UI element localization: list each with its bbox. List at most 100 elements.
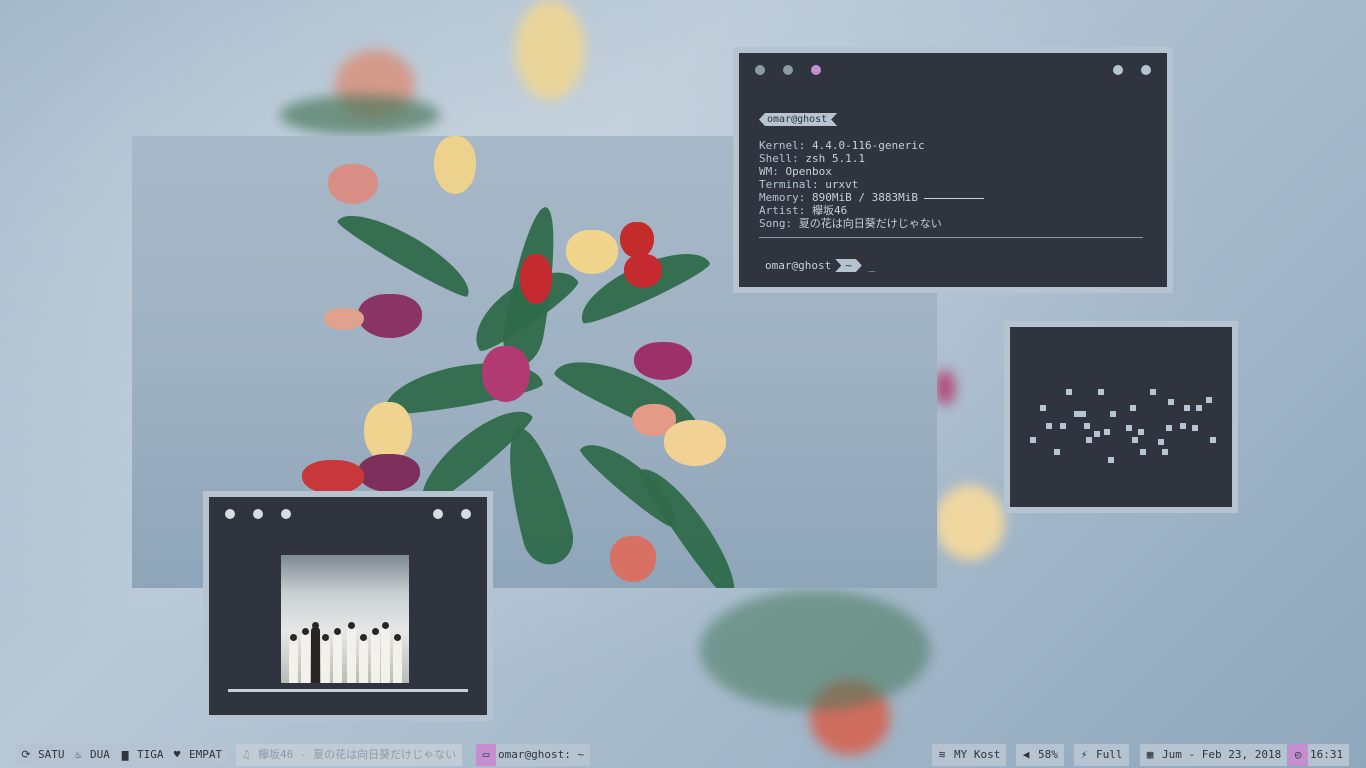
- visualizer-window[interactable]: [1004, 321, 1238, 513]
- album-figure-head: [302, 628, 309, 635]
- album-figure-head: [290, 634, 297, 641]
- volume-status[interactable]: ◀ 58%: [1016, 744, 1064, 766]
- visualizer-pixel: [1098, 389, 1104, 395]
- album-figure: [359, 639, 368, 683]
- album-figure-head: [372, 628, 379, 635]
- visualizer-pixel: [1168, 399, 1174, 405]
- album-figure-head: [360, 634, 367, 641]
- visualizer-pixel: [1162, 449, 1168, 455]
- visualizer-pixel: [1130, 405, 1136, 411]
- visualizer-pixel: [1158, 439, 1164, 445]
- album-figure-head: [334, 628, 341, 635]
- kernel-line: Kernel: 4.4.0-116-generic: [759, 139, 925, 152]
- visualizer-pixel: [1030, 437, 1036, 443]
- album-figure-head: [322, 634, 329, 641]
- visualizer-pixel: [1150, 389, 1156, 395]
- window-dot-4[interactable]: [1113, 65, 1123, 75]
- heart-icon: ♥: [173, 748, 181, 761]
- song-line: Song: 夏の花は向日葵だけじゃない: [759, 217, 942, 230]
- date-display[interactable]: ▦ Jum - Feb 23, 2018: [1140, 744, 1288, 766]
- window-dot-2[interactable]: [783, 65, 793, 75]
- visualizer-pixel: [1110, 411, 1116, 417]
- window-dot-1[interactable]: [225, 509, 235, 519]
- workspace-tiga[interactable]: ▆ TIGA: [115, 744, 170, 766]
- visualizer-pixel: [1060, 423, 1066, 429]
- visualizer-pixel: [1196, 405, 1202, 411]
- album-figure-head: [394, 634, 401, 641]
- wifi-status[interactable]: ≋ MY Kost: [932, 744, 1007, 766]
- visualizer-pixel: [1104, 429, 1110, 435]
- visualizer-pixel: [1210, 437, 1216, 443]
- wm-line: WM: Openbox: [759, 165, 832, 178]
- visualizer-pixel: [1132, 437, 1138, 443]
- visualizer-pixel: [1054, 449, 1060, 455]
- album-figure: [321, 639, 330, 683]
- album-figure: [289, 639, 298, 683]
- clock-display[interactable]: ◴ 16:31: [1288, 744, 1350, 766]
- now-playing[interactable]: ♫ 欅坂46 - 夏の花は向日葵だけじゃない: [236, 744, 463, 766]
- plug-icon: ⚡: [1080, 748, 1088, 761]
- battery-status[interactable]: ⚡ Full: [1074, 744, 1129, 766]
- volume-icon: ◀: [1022, 748, 1030, 761]
- album-figure: [311, 627, 320, 683]
- visualizer-pixel: [1126, 425, 1132, 431]
- album-figure: [381, 627, 390, 683]
- monitor-icon: ▭: [476, 744, 496, 766]
- album-figure-head: [312, 622, 319, 629]
- headphones-icon: ♫: [242, 748, 250, 761]
- cursor: _: [868, 259, 876, 272]
- memory-line: Memory: 890MiB / 3883MiB: [759, 191, 984, 204]
- music-player-window[interactable]: [203, 491, 493, 721]
- shell-prompt[interactable]: omar@ghost ~ _: [765, 259, 875, 272]
- user-host-badge: omar@ghost: [759, 113, 837, 126]
- refresh-icon: ⟳: [21, 748, 31, 761]
- artist-line: Artist: 欅坂46: [759, 204, 848, 217]
- visualizer-pixel: [1086, 437, 1092, 443]
- visualizer-pixel: [1166, 425, 1172, 431]
- visualizer-pixel: [1080, 411, 1086, 417]
- visualizer-pixel: [1138, 429, 1144, 435]
- visualizer-pixel: [1140, 449, 1146, 455]
- separator-line: [759, 237, 1143, 238]
- window-dot-3[interactable]: [281, 509, 291, 519]
- window-dot-3[interactable]: [811, 65, 821, 75]
- window-dot-5[interactable]: [461, 509, 471, 519]
- album-figure-head: [348, 622, 355, 629]
- album-figure: [301, 633, 310, 683]
- calendar-icon: ▦: [1146, 748, 1154, 761]
- visualizer-pixel: [1108, 457, 1114, 463]
- album-figure: [347, 627, 356, 683]
- terminal-line: Terminal: urxvt: [759, 178, 859, 191]
- album-figure-head: [382, 622, 389, 629]
- visualizer-pixel: [1206, 397, 1212, 403]
- playback-progress-bar[interactable]: [228, 689, 468, 692]
- visualizer-pixel: [1184, 405, 1190, 411]
- window-dot-2[interactable]: [253, 509, 263, 519]
- window-dot-1[interactable]: [755, 65, 765, 75]
- terminal-window[interactable]: omar@ghost Kernel: 4.4.0-116-generic She…: [733, 47, 1173, 293]
- active-window-title[interactable]: ▭ omar@ghost: ~: [476, 744, 591, 766]
- prompt-dir: ~: [835, 259, 862, 272]
- prompt-user: omar@ghost: [765, 259, 832, 272]
- window-dot-5[interactable]: [1141, 65, 1151, 75]
- status-bar: ⟳ SATU ♨ DUA ▆ TIGA ♥ EMPAT ♫ 欅坂46 - 夏の花…: [0, 742, 1366, 768]
- clock-icon: ◴: [1288, 744, 1308, 766]
- fire-icon: ♨: [74, 748, 82, 761]
- visualizer-pixel: [1192, 425, 1198, 431]
- album-figure: [333, 633, 342, 683]
- workspace-satu[interactable]: ⟳ SATU: [16, 744, 71, 766]
- window-dot-4[interactable]: [433, 509, 443, 519]
- visualizer-pixel: [1084, 423, 1090, 429]
- album-figure: [371, 633, 380, 683]
- wifi-icon: ≋: [938, 748, 946, 761]
- visualizer-pixel: [1046, 423, 1052, 429]
- workspace-empat[interactable]: ♥ EMPAT: [167, 744, 229, 766]
- album-art: [281, 555, 409, 683]
- memory-bar: [923, 197, 984, 199]
- system-info: Kernel: 4.4.0-116-generic Shell: zsh 5.1…: [759, 139, 984, 230]
- shell-line: Shell: zsh 5.1.1: [759, 152, 865, 165]
- visualizer-pixel: [1180, 423, 1186, 429]
- album-figure: [393, 639, 402, 683]
- folder-icon: ▆: [121, 748, 129, 761]
- workspace-dua[interactable]: ♨ DUA: [68, 744, 116, 766]
